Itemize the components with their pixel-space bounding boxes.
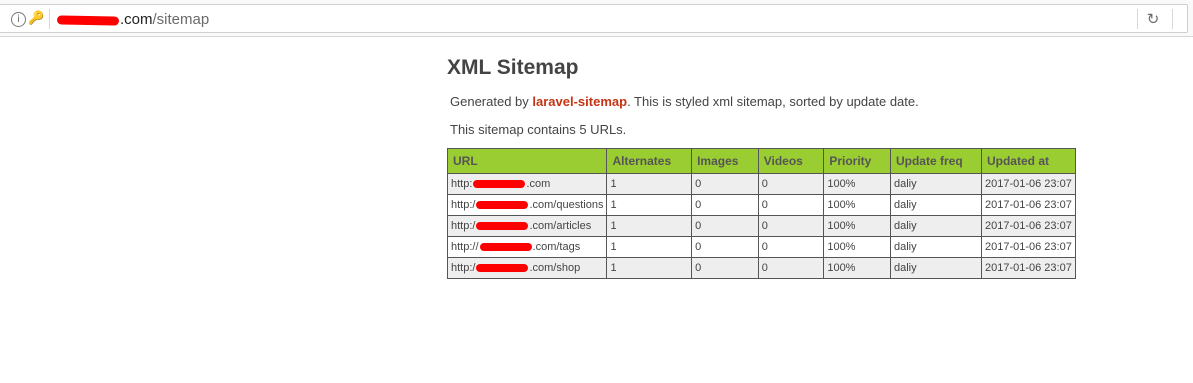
updated-at-cell: 2017-01-06 23:07 — [980, 215, 1077, 237]
header-alternates: Alternates — [606, 148, 693, 174]
sitemap-table: URL Alternates Images Videos Priority Up… — [446, 148, 1077, 279]
header-updated-at: Updated at — [980, 148, 1077, 174]
table-row: http: .com 1 0 0 100% daliy 2017-01-06 23… — [446, 173, 1077, 195]
header-update-freq: Update freq — [889, 148, 982, 174]
images-cell: 0 — [691, 173, 759, 195]
laravel-sitemap-link[interactable]: laravel-sitemap — [532, 94, 627, 109]
table-row: http:/ .com/shop 1 0 0 100% daliy 2017-01… — [446, 257, 1077, 279]
url-host-suffix: .com — [120, 11, 153, 28]
sitemap-content: XML Sitemap Generated by laravel-sitemap… — [446, 54, 1087, 279]
redaction-mark — [476, 222, 529, 231]
alternates-cell: 1 — [606, 194, 693, 216]
updated-at-cell: 2017-01-06 23:07 — [980, 194, 1077, 216]
url-cell[interactable]: http:/ .com/articles — [446, 215, 608, 237]
header-images: Images — [691, 148, 759, 174]
url-prefix: http: — [451, 178, 473, 190]
updated-at-cell: 2017-01-06 23:07 — [980, 236, 1077, 258]
table-row: http:/ .com/questions 1 0 0 100% daliy 20… — [446, 194, 1077, 216]
url-suffix: .com/articles — [529, 220, 592, 232]
priority-cell: 100% — [823, 215, 891, 237]
updated-at-cell: 2017-01-06 23:07 — [980, 257, 1077, 279]
alternates-cell: 1 — [606, 173, 693, 195]
update-freq-cell: daliy — [889, 257, 982, 279]
update-freq-cell: daliy — [889, 236, 982, 258]
redaction-mark — [473, 180, 526, 189]
browser-toolbar: i 🔑 .com/sitemap ↻ — [0, 0, 1193, 37]
alternates-cell: 1 — [606, 215, 693, 237]
url-suffix: .com/shop — [529, 262, 581, 274]
redaction-mark — [479, 243, 532, 252]
url-text[interactable]: .com/sitemap — [56, 11, 210, 28]
url-count-text: This sitemap contains 5 URLs. — [450, 122, 627, 137]
address-bar-separator — [49, 9, 50, 29]
videos-cell: 0 — [757, 194, 825, 216]
redaction-mark — [476, 201, 529, 210]
right-separator — [1172, 9, 1173, 29]
generated-by-text: Generated by laravel-sitemap. This is st… — [450, 94, 919, 109]
url-suffix: .com/questions — [529, 199, 604, 211]
page-title: XML Sitemap — [447, 56, 579, 79]
header-priority: Priority — [823, 148, 891, 174]
generated-suffix: . This is styled xml sitemap, sorted by … — [627, 94, 919, 109]
images-cell: 0 — [691, 194, 759, 216]
table-header-row: URL Alternates Images Videos Priority Up… — [446, 148, 1077, 174]
header-url: URL — [446, 148, 608, 174]
alternates-cell: 1 — [606, 236, 693, 258]
reload-icon[interactable]: ↻ — [1145, 11, 1161, 27]
url-cell[interactable]: http:// .com/tags — [446, 236, 608, 258]
videos-cell: 0 — [757, 215, 825, 237]
update-freq-cell: daliy — [889, 173, 982, 195]
priority-cell: 100% — [823, 173, 891, 195]
videos-cell: 0 — [757, 257, 825, 279]
priority-cell: 100% — [823, 257, 891, 279]
url-prefix: http:/ — [451, 199, 476, 211]
updated-at-cell: 2017-01-06 23:07 — [980, 173, 1077, 195]
generated-prefix: Generated by — [450, 94, 533, 109]
priority-cell: 100% — [823, 194, 891, 216]
videos-cell: 0 — [757, 173, 825, 195]
url-cell[interactable]: http:/ .com/shop — [446, 257, 608, 279]
table-row: http:// .com/tags 1 0 0 100% daliy 2017-0… — [446, 236, 1077, 258]
key-icon[interactable]: 🔑 — [28, 11, 44, 27]
url-cell[interactable]: http:/ .com/questions — [446, 194, 608, 216]
update-freq-cell: daliy — [889, 215, 982, 237]
url-path: /sitemap — [152, 11, 210, 28]
url-suffix: .com — [526, 178, 551, 190]
url-cell[interactable]: http: .com — [446, 173, 608, 195]
update-freq-cell: daliy — [889, 194, 982, 216]
alternates-cell: 1 — [606, 257, 693, 279]
table-row: http:/ .com/articles 1 0 0 100% daliy 201… — [446, 215, 1077, 237]
redaction-mark — [476, 264, 529, 273]
images-cell: 0 — [691, 257, 759, 279]
info-icon[interactable]: i — [11, 12, 26, 27]
url-prefix: http:/ — [451, 262, 476, 274]
priority-cell: 100% — [823, 236, 891, 258]
reload-separator — [1137, 9, 1138, 29]
redaction-mark — [56, 14, 120, 26]
videos-cell: 0 — [757, 236, 825, 258]
url-suffix: .com/tags — [532, 241, 581, 253]
url-prefix: http:/ — [451, 220, 476, 232]
header-videos: Videos — [757, 148, 825, 174]
images-cell: 0 — [691, 215, 759, 237]
url-prefix: http:// — [451, 241, 479, 253]
address-bar[interactable]: i 🔑 .com/sitemap ↻ — [0, 4, 1188, 33]
images-cell: 0 — [691, 236, 759, 258]
